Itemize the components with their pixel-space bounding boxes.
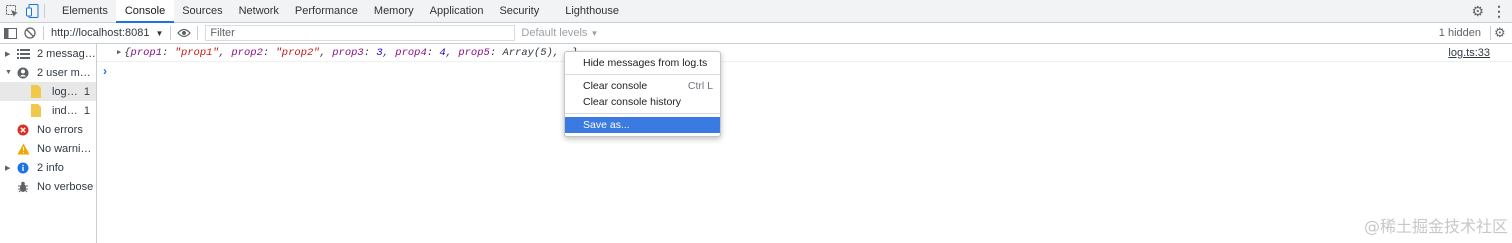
tab-elements[interactable]: Elements [54,0,116,22]
menu-item-label: Save as... [583,119,630,131]
expand-triangle-icon[interactable]: ▶ [5,50,15,58]
menu-item-clear-console[interactable]: Clear console Ctrl L [565,78,720,94]
sidebar-item-errors[interactable]: No errors [0,120,96,139]
sidebar-item-log-ts[interactable]: log.ts 1 [0,82,96,101]
sidebar-item-label: No verbose [37,180,94,193]
sidebar-item-messages[interactable]: ▶ 2 messages [0,44,96,63]
filter-input[interactable] [205,25,516,41]
info-icon [15,161,31,175]
tab-sources[interactable]: Sources [174,0,230,22]
tabbar-left-tools [0,0,50,22]
source-link[interactable]: log.ts:33 [1448,47,1490,59]
tab-application[interactable]: Application [422,0,492,22]
menu-item-clear-history[interactable]: Clear console history [565,94,720,110]
menu-item-save-as[interactable]: Save as... [565,117,720,133]
sidebar-item-user-messages[interactable]: ▼ 2 user mes... [0,63,96,82]
menu-separator [565,74,720,75]
clear-console-icon[interactable] [20,23,40,43]
sidebar-item-label: No errors [37,123,83,136]
chevron-down-icon: ▼ [590,28,599,38]
console-sidebar: ▶ 2 messages ▼ 2 user mes... log.ts 1 in… [0,44,97,243]
settings-gear-icon[interactable]: ⚙ [1471,4,1484,18]
expand-object-triangle-icon[interactable]: ▶ [117,48,121,57]
menu-item-shortcut: Ctrl L [687,80,713,92]
menu-separator [565,113,720,114]
file-icon [28,85,44,99]
sidebar-item-label: No warnings [37,142,96,155]
expand-triangle-icon[interactable]: ▶ [5,164,15,172]
tab-security[interactable]: Security [491,0,547,22]
menu-item-label: Clear console [583,80,648,92]
toolbar-separator [43,26,44,40]
context-selector[interactable]: http://localhost:8081 ▼ [47,27,167,39]
console-toolbar: http://localhost:8081 ▼ Default levels ▼… [0,23,1512,44]
file-icon [28,104,44,118]
log-levels-label: Default levels [521,27,588,39]
error-icon [15,123,31,137]
device-toolbar-icon[interactable] [24,3,40,19]
tab-performance[interactable]: Performance [287,0,366,22]
console-prompt[interactable]: › [97,62,1512,80]
tabbar-right-tools: ⚙ ⋮ [1471,0,1512,22]
sidebar-item-warnings[interactable]: No warnings [0,139,96,158]
sidebar-item-info[interactable]: ▶ 2 info [0,158,96,177]
watermark: @稀土掘金技术社区 [1363,217,1508,236]
console-settings-gear-icon[interactable]: ⚙ [1494,25,1512,41]
sidebar-item-verbose[interactable]: No verbose [0,177,96,196]
warning-icon [15,142,31,156]
prompt-chevron-icon: › [103,64,107,78]
console-messages: ▶ {prop1: "prop1", prop2: "prop2", prop3… [97,44,1512,243]
context-menu: Hide messages from log.ts Clear console … [564,51,721,137]
toolbar-separator [170,26,172,40]
tab-network[interactable]: Network [231,0,287,22]
sidebar-item-index[interactable]: inde... 1 [0,101,96,120]
object-preview: {prop1: "prop1", prop2: "prop2", prop3: … [124,46,578,59]
sidebar-item-label: 2 info [37,161,64,174]
menu-item-label: Hide messages from log.ts [583,57,708,69]
tab-memory[interactable]: Memory [366,0,422,22]
toggle-sidebar-icon[interactable] [0,23,20,43]
tab-lighthouse[interactable]: Lighthouse [557,0,627,22]
log-levels-dropdown[interactable]: Default levels ▼ [521,27,598,39]
toolbar-separator [1490,26,1491,40]
sidebar-item-label: log.ts [52,85,78,98]
tab-console[interactable]: Console [115,0,175,23]
chevron-down-icon: ▼ [155,28,164,38]
menu-item-label: Clear console history [583,96,682,108]
sidebar-item-count: 1 [83,85,90,98]
hidden-messages-count: 1 hidden [1438,27,1481,39]
context-selector-label: http://localhost:8081 [51,27,150,39]
console-message[interactable]: ▶ {prop1: "prop1", prop2: "prop2", prop3… [97,44,1512,62]
devtools-tab-bar: Elements Console Sources Network Perform… [0,0,1512,23]
more-options-icon[interactable]: ⋮ [1492,4,1506,18]
sidebar-item-label: 2 user mes... [37,66,96,79]
tabbar-separator [44,4,45,18]
toolbar-separator [197,26,199,40]
sidebar-item-label: inde... [52,104,78,117]
sidebar-item-count: 1 [83,104,90,117]
sidebar-item-label: 2 messages [37,47,96,60]
collapse-triangle-icon[interactable]: ▼ [5,69,15,76]
inspect-element-icon[interactable] [4,3,20,19]
user-icon [15,66,31,80]
live-expression-eye-icon[interactable] [174,23,194,43]
bug-icon [15,180,31,194]
list-icon [15,47,31,61]
menu-item-hide-messages[interactable]: Hide messages from log.ts [565,55,720,71]
